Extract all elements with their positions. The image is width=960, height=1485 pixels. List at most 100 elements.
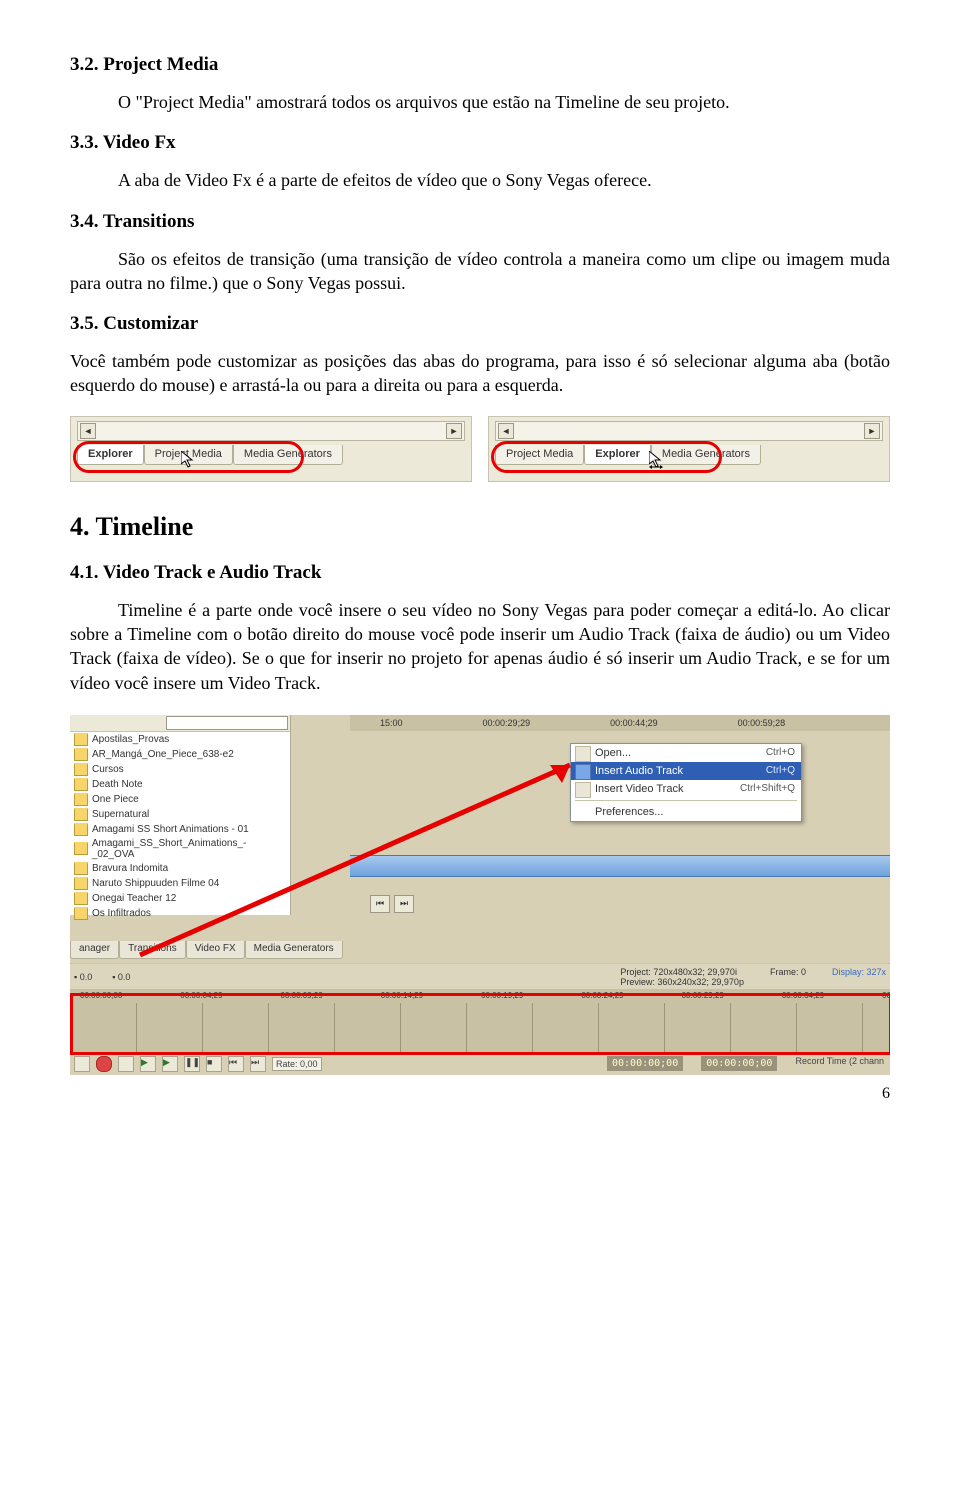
dock-tab[interactable]: anager (70, 941, 119, 959)
folder-icon (74, 892, 88, 905)
explorer-item-label: Amagami_SS_Short_Animations_-_02_OVA (92, 838, 286, 860)
folder-icon (74, 877, 88, 890)
time-label: 00:00:59;28 (738, 718, 786, 728)
go-end-button[interactable]: ⏭ (250, 1056, 266, 1072)
explorer-item[interactable]: Naruto Shippuuden Filme 04 (70, 876, 290, 891)
play-button[interactable]: ▶ (162, 1056, 178, 1072)
scroll-left-icon[interactable]: ◄ (80, 423, 96, 439)
explorer-path-combo[interactable] (166, 716, 288, 730)
next-button[interactable]: ⏭ (394, 895, 414, 913)
menu-label: Insert Video Track (595, 783, 683, 795)
audio-track-icon (575, 764, 591, 780)
status-display: Display: 327x (832, 967, 886, 987)
folder-icon (74, 907, 88, 920)
menu-preferences[interactable]: Preferences... (571, 803, 801, 821)
tab-media-generators[interactable]: Media Generators (651, 445, 761, 465)
stop-button[interactable]: ■ (206, 1056, 222, 1072)
timecode-2: 00:00:00;00 (701, 1056, 777, 1071)
heading-3-4: 3.4. Transitions (70, 211, 890, 233)
tab-project-media[interactable]: Project Media (495, 445, 584, 465)
menu-label: Preferences... (595, 806, 663, 818)
record-time-label: Record Time (2 chann (795, 1056, 884, 1071)
dock-tab[interactable]: Video FX (186, 941, 245, 959)
explorer-item[interactable]: One Piece (70, 792, 290, 807)
explorer-item-label: Apostilas_Provas (92, 734, 169, 745)
tab-explorer[interactable]: Explorer (77, 445, 144, 465)
tab-figure-right: ◄ ► Project Media Explorer Media Generat… (488, 416, 890, 482)
time-label: 15:00 (380, 718, 403, 728)
play-start-button[interactable]: ▶ (140, 1056, 156, 1072)
explorer-item-label: AR_Mangá_One_Piece_638-e2 (92, 749, 234, 760)
menu-separator (575, 800, 797, 801)
explorer-item[interactable]: Cursos (70, 762, 290, 777)
explorer-item[interactable]: Amagami_SS_Short_Animations_-_02_OVA (70, 837, 290, 861)
audio-clip[interactable] (350, 855, 890, 877)
explorer-item[interactable]: Apostilas_Provas (70, 732, 290, 747)
explorer-item-label: Bravura Indomita (92, 863, 168, 874)
menu-insert-video-track[interactable]: Insert Video Track Ctrl+Shift+Q (571, 780, 801, 798)
ruler-time-label: 00:00:29;29 (682, 991, 724, 1000)
ruler-time-label: 00:00:00;00 (80, 991, 122, 1000)
page-number: 6 (70, 1085, 890, 1103)
ruler-time-label: 00:00:39;29 (882, 991, 890, 1000)
explorer-item-label: Os Infiltrados (92, 908, 151, 919)
tab-media-generators[interactable]: Media Generators (233, 445, 343, 465)
video-track-icon (575, 782, 591, 798)
footer-bar: ▶ ▶ ❚❚ ■ ⏮ ⏭ Rate: 0,00 00:00:00;00 00:0… (70, 1053, 890, 1075)
heading-4-1: 4.1. Video Track e Audio Track (70, 562, 890, 584)
menu-label: Insert Audio Track (595, 765, 683, 777)
folder-icon (74, 778, 88, 791)
footer-square-icon[interactable] (74, 1056, 90, 1072)
ruler-time-label: 00:00:24;29 (581, 991, 623, 1000)
explorer-panel: Apostilas_Provas AR_Mangá_One_Piece_638-e… (70, 715, 291, 915)
ruler-time-label: 00:00:19;29 (481, 991, 523, 1000)
ruler-time-label: 00:00:04;29 (180, 991, 222, 1000)
dock-tab[interactable]: Transitions (119, 941, 186, 959)
dock-tab[interactable]: Media Generators (245, 941, 343, 959)
loop-button[interactable] (118, 1056, 134, 1072)
explorer-item[interactable]: Onegai Teacher 12 (70, 891, 290, 906)
scrollbar[interactable]: ◄ ► (77, 421, 465, 441)
status-project: Project: 720x480x32; 29,970i Preview: 36… (620, 967, 744, 987)
explorer-item[interactable]: Amagami SS Short Animations - 01 (70, 822, 290, 837)
go-start-button[interactable]: ⏮ (228, 1056, 244, 1072)
status-db-left: ▪ 0.0 (74, 972, 92, 982)
explorer-item-label: One Piece (92, 794, 139, 805)
explorer-item[interactable]: Death Note (70, 777, 290, 792)
timeline-screenshot: Apostilas_Provas AR_Mangá_One_Piece_638-e… (70, 715, 890, 1075)
timeline-ruler-top: 15:00 00:00:29;29 00:00:44;29 00:00:59;2… (350, 715, 890, 731)
menu-shortcut: Ctrl+Shift+Q (740, 783, 795, 794)
tab-explorer[interactable]: Explorer (584, 445, 651, 465)
dock-tabs: anager Transitions Video FX Media Genera… (70, 941, 380, 959)
menu-label: Open... (595, 747, 631, 759)
explorer-item-label: Naruto Shippuuden Filme 04 (92, 878, 219, 889)
explorer-item[interactable]: Os Infiltrados (70, 906, 290, 921)
scroll-right-icon[interactable]: ► (446, 423, 462, 439)
timeline-track-area[interactable] (70, 1003, 890, 1053)
time-label: 00:00:29;29 (483, 718, 531, 728)
scrollbar[interactable]: ◄ ► (495, 421, 883, 441)
pause-button[interactable]: ❚❚ (184, 1056, 200, 1072)
timecode-1: 00:00:00;00 (607, 1056, 683, 1071)
folder-icon (74, 763, 88, 776)
status-db-right: ▪ 0.0 (112, 972, 130, 982)
explorer-item[interactable]: Bravura Indomita (70, 861, 290, 876)
scroll-right-icon[interactable]: ► (864, 423, 880, 439)
body-3-5: Você também pode customizar as posições … (70, 349, 890, 398)
prev-button[interactable]: ⏮ (370, 895, 390, 913)
scroll-left-icon[interactable]: ◄ (498, 423, 514, 439)
explorer-item[interactable]: Supernatural (70, 807, 290, 822)
record-button[interactable] (96, 1056, 112, 1072)
explorer-item[interactable]: AR_Mangá_One_Piece_638-e2 (70, 747, 290, 762)
body-4-1: Timeline é a parte onde você insere o se… (70, 598, 890, 695)
menu-insert-audio-track[interactable]: Insert Audio Track Ctrl+Q (571, 762, 801, 780)
heading-3-2: 3.2. Project Media (70, 54, 890, 76)
heading-3-3: 3.3. Video Fx (70, 132, 890, 154)
context-menu: Open... Ctrl+O Insert Audio Track Ctrl+Q… (570, 743, 802, 822)
status-bar: ▪ 0.0 ▪ 0.0 Project: 720x480x32; 29,970i… (70, 963, 890, 991)
folder-icon (74, 733, 88, 746)
menu-open[interactable]: Open... Ctrl+O (571, 744, 801, 762)
transport-controls: ⏮ ⏭ (370, 895, 414, 913)
menu-shortcut: Ctrl+Q (766, 765, 795, 776)
explorer-item-label: Death Note (92, 779, 143, 790)
